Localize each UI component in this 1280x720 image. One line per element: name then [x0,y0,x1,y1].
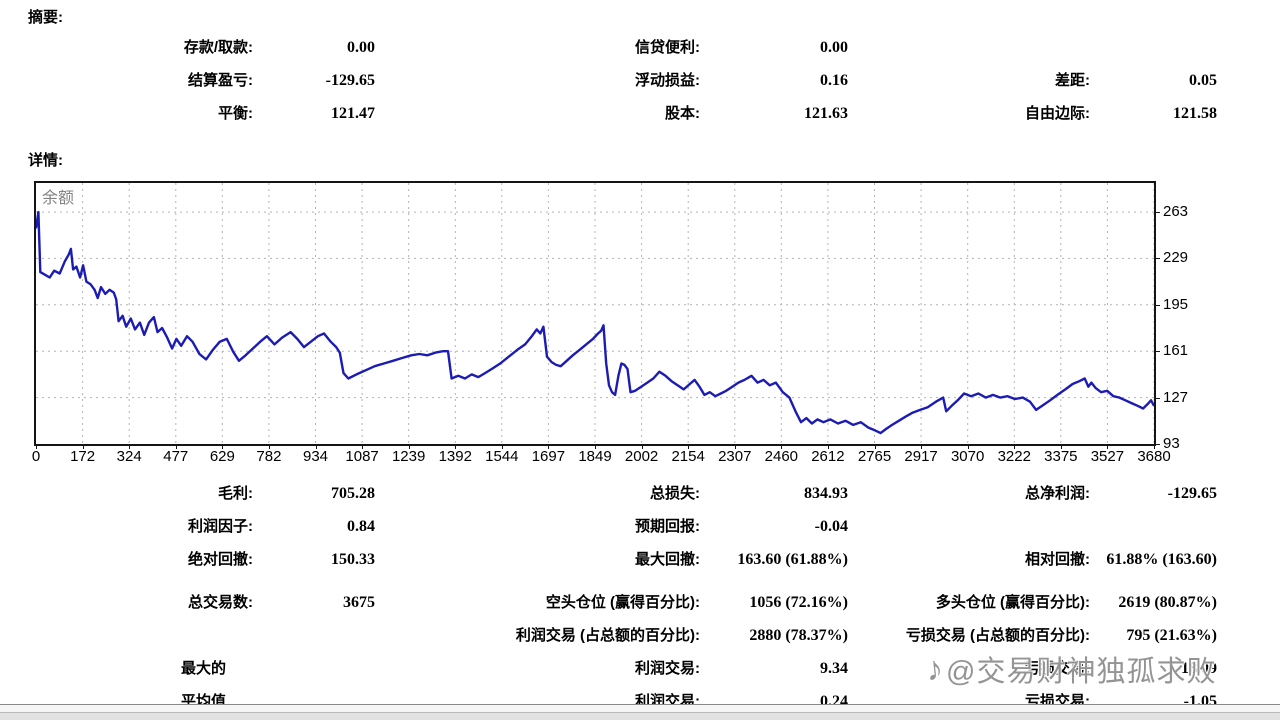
stat-value: -129.65 [325,72,375,89]
stat-value: 0.00 [820,39,848,56]
stat-label: 信贷便利: [635,39,700,56]
balance-chart-frame: 余额 [34,181,1156,446]
music-note-icon: ♪ [924,648,945,689]
chart-series-label: 余额 [42,190,75,207]
stat-value: 61.88% (163.60) [1106,551,1217,568]
stat-label: 毛利: [218,485,253,502]
stat-value: 795 (21.63%) [1126,627,1217,644]
x-axis-tick [1107,445,1109,449]
x-axis-tick [967,445,969,449]
stat-value: 2619 (80.87%) [1118,594,1217,611]
x-axis-tick [921,445,923,449]
stat-value: 150.33 [331,551,375,568]
stat-value: 0.84 [347,518,375,535]
stat-label: 绝对回撤: [188,551,253,568]
x-axis-tick [595,445,596,449]
x-axis-tick [501,445,503,449]
window-bottom-edge [0,713,1280,720]
y-axis-tick-label: 161 [1163,342,1189,360]
x-axis-tick [781,445,783,449]
stat-label: 总交易数: [188,594,253,611]
stat-value: 0.05 [1189,72,1217,89]
x-axis-tick [827,445,829,449]
stat-label: 股本: [665,105,700,122]
stat-value: -129.65 [1167,485,1217,502]
x-axis-tick [408,445,410,449]
y-axis-tick-label: 263 [1163,203,1189,221]
stat-label: 自由边际: [1025,105,1090,122]
x-axis-tick [548,445,550,449]
x-axis-tick [129,445,131,449]
x-axis-tick [734,445,736,449]
y-axis-tick-label: 229 [1163,249,1189,267]
x-axis-tick [688,445,690,449]
stat-label: 空头仓位 (赢得百分比): [545,594,700,611]
stat-label: 存款/取款: [183,39,253,56]
x-axis-tick [36,445,37,449]
stat-label: 利润交易 (占总额的百分比): [515,627,700,644]
y-axis-tick [1154,212,1160,214]
strategy-tester-report: { "summary": { "section_title": "摘要:", "… [0,0,1280,720]
stat-value: 121.47 [331,105,375,122]
stat-label: 利润因子: [188,518,253,535]
x-axis-tick [455,445,457,449]
stat-value: 0.00 [347,39,375,56]
stat-value: 705.28 [331,485,375,502]
stat-label: 多头仓位 (赢得百分比): [935,594,1090,611]
stat-label: 结算盈亏: [188,72,253,89]
stat-label: 差距: [1055,72,1090,89]
x-axis-tick [1014,445,1016,449]
x-axis-tick [641,445,643,449]
x-axis-tick [874,445,876,449]
stat-label: 总损失: [650,485,700,502]
x-axis-tick [362,445,364,449]
horizontal-scrollbar-track[interactable] [0,705,1280,713]
stat-label: 最大的 [181,660,227,677]
x-axis-tick [82,445,84,449]
stat-label: 浮动损益: [635,72,700,89]
stat-label: 预期回报: [635,518,700,535]
y-axis-tick [1154,351,1160,353]
summary-section-title: 摘要: [28,9,63,26]
stat-value: -0.04 [814,518,848,535]
watermark-text: @交易财神独孤求败 [946,656,1217,688]
y-axis-tick-label: 195 [1163,295,1189,313]
stat-label: 亏损交易 (占总额的百分比): [905,627,1090,644]
x-axis-tick [315,445,317,449]
x-axis-tick [175,445,177,449]
x-axis-tick [1060,445,1062,449]
x-axis-tick [268,445,270,449]
y-axis-tick [1154,397,1160,399]
stat-label: 总净利润: [1025,485,1090,502]
stat-label: 相对回撤: [1025,551,1090,568]
x-axis-tick [1154,445,1155,449]
y-axis-tick [1154,258,1160,260]
stat-label: 最大回撤: [635,551,700,568]
x-axis-tick-label: 3680 [1137,448,1171,465]
stat-label: 平衡: [218,105,253,122]
balance-chart [36,183,1154,444]
stat-value: 3675 [343,594,375,611]
y-axis-tick-label: 127 [1163,388,1189,406]
x-axis-tick [222,445,224,449]
stat-value: 121.58 [1173,105,1217,122]
details-section-title: 详情: [28,152,63,169]
watermark: ♪ @交易财神独孤求败 [924,648,1217,690]
y-axis-tick [1154,304,1160,306]
stat-label: 利润交易: [635,660,700,677]
